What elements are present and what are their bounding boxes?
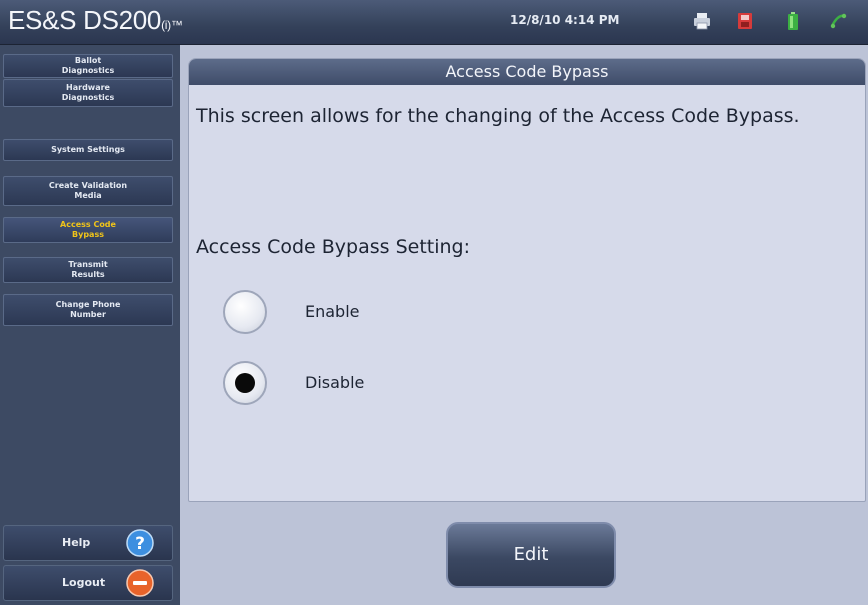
sidebar-item-ballot-diagnostics[interactable]: Ballot Diagnostics — [3, 54, 173, 78]
help-label: Help — [62, 536, 91, 549]
sidebar-item-label: Change Phone Number — [55, 300, 121, 319]
sidebar-item-hardware-diagnostics[interactable]: Hardware Diagnostics — [3, 79, 173, 107]
help-button[interactable]: Help ? — [3, 525, 173, 561]
enable-radio[interactable] — [223, 290, 267, 334]
sidebar-item-system-settings[interactable]: System Settings — [3, 139, 173, 161]
sidebar-item-access-code-bypass[interactable]: Access Code Bypass — [3, 217, 173, 243]
date-time: 12/8/10 4:14 PM — [510, 13, 620, 27]
page-title: Access Code Bypass — [189, 59, 865, 85]
app-title-name: ES&S DS200 — [8, 5, 162, 35]
sidebar-item-create-validation-media[interactable]: Create Validation Media — [3, 176, 173, 206]
sidebar-item-label: Hardware Diagnostics — [61, 83, 115, 102]
sidebar-item-label: Transmit Results — [68, 260, 108, 279]
sidebar-item-label: Create Validation Media — [48, 181, 128, 200]
svg-text:?: ? — [135, 534, 145, 554]
app-title-suffix: (i) — [161, 18, 171, 32]
main-content: Access Code Bypass This screen allows fo… — [180, 45, 868, 605]
memory-card-icon — [736, 11, 754, 31]
sidebar-item-label: Access Code Bypass — [60, 220, 116, 239]
settings-panel: Access Code Bypass This screen allows fo… — [188, 58, 866, 502]
sidebar-item-change-phone-number[interactable]: Change Phone Number — [3, 294, 173, 326]
sidebar-item-label: System Settings — [51, 145, 125, 154]
network-icon — [829, 11, 847, 31]
printer-icon — [693, 11, 711, 31]
app-title: ES&S DS200(i)™ — [8, 5, 183, 36]
disable-radio[interactable] — [223, 361, 267, 405]
battery-icon — [784, 11, 802, 31]
logout-button[interactable]: Logout — [3, 565, 173, 601]
edit-button[interactable]: Edit — [446, 522, 616, 588]
logout-label: Logout — [62, 576, 106, 589]
sidebar-item-transmit-results[interactable]: Transmit Results — [3, 257, 173, 283]
sidebar-item-label: Ballot Diagnostics — [61, 56, 115, 75]
help-icon: ? — [126, 529, 154, 557]
top-status-bar: ES&S DS200(i)™ 12/8/10 4:14 PM — [0, 0, 868, 45]
enable-label: Enable — [305, 302, 360, 321]
radio-selected-dot — [235, 373, 255, 393]
page-description: This screen allows for the changing of t… — [196, 105, 800, 127]
trademark-mark: ™ — [170, 18, 183, 32]
logout-icon — [126, 569, 154, 597]
sidebar: Ballot Diagnostics Hardware Diagnostics … — [0, 45, 180, 605]
setting-label: Access Code Bypass Setting: — [196, 236, 471, 258]
disable-label: Disable — [305, 373, 365, 392]
